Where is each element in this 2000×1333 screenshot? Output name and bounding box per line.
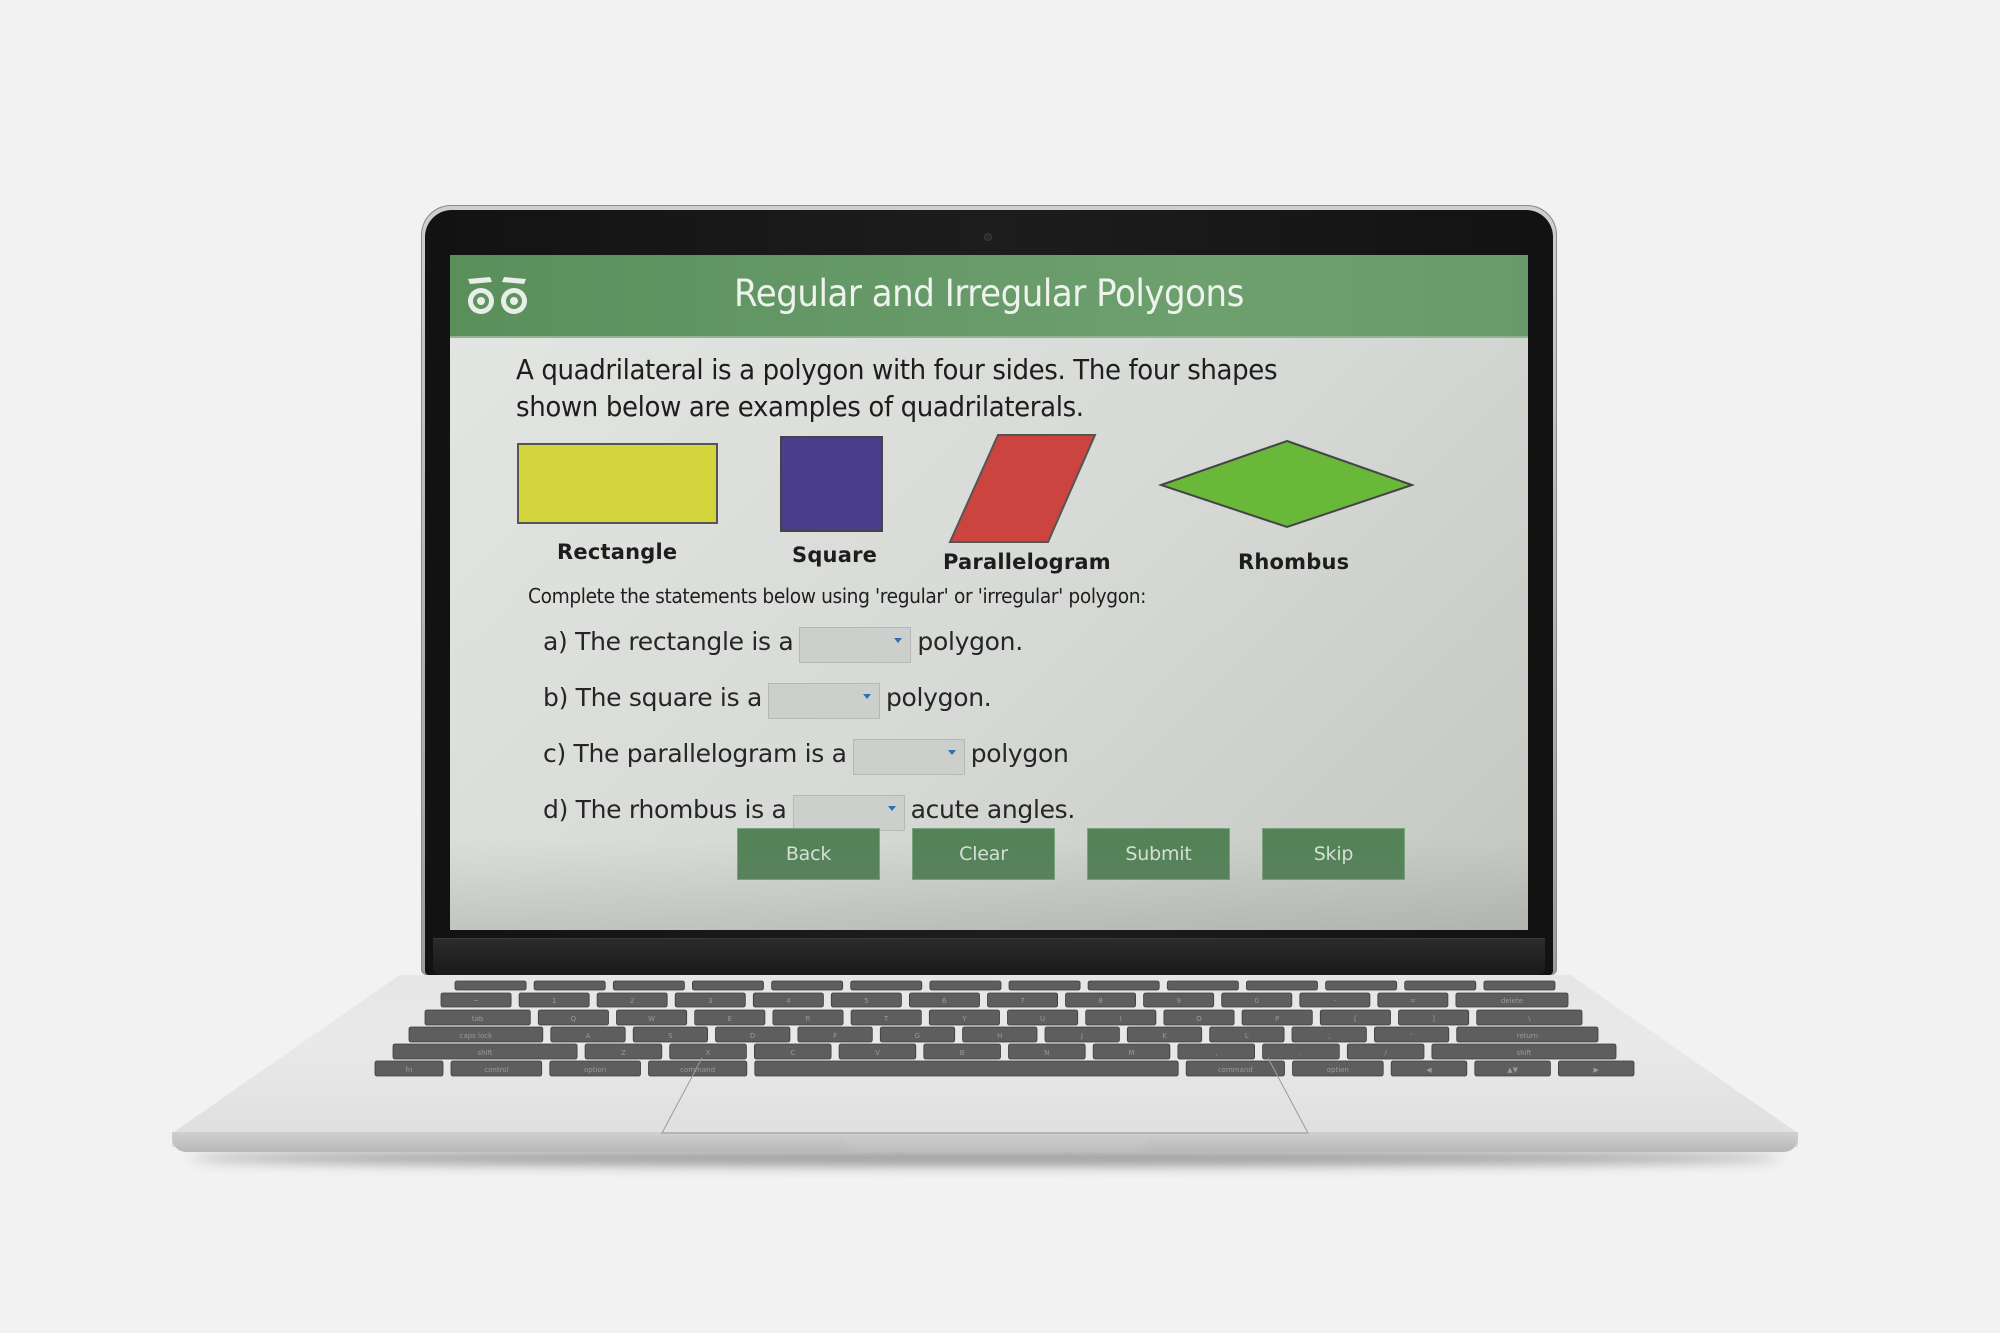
key-label: caps lock <box>460 1032 494 1040</box>
key-label: ] <box>1432 1015 1435 1023</box>
key-label: C <box>790 1049 795 1057</box>
key-label: ▲▼ <box>1507 1066 1518 1074</box>
key-label: 5 <box>864 997 868 1005</box>
key-label: P <box>1275 1015 1279 1023</box>
key-label: Q <box>571 1015 577 1023</box>
key-f1 <box>533 980 606 991</box>
key-esc <box>454 980 527 991</box>
key-label: 8 <box>1098 997 1102 1005</box>
keyboard: ~1 2 3 4 5 6 7 8 9 0- = deletetab Q W E R T Y U I O P[] \caps … <box>374 980 1635 1134</box>
key-label: F <box>833 1032 837 1040</box>
key-f2 <box>612 980 685 991</box>
key-label: shift <box>1516 1049 1531 1057</box>
key-label: 3 <box>708 997 712 1005</box>
key-label: S <box>668 1032 673 1040</box>
key-label: K <box>1162 1032 1167 1040</box>
key-f7 <box>1008 980 1081 991</box>
key-label: W <box>648 1015 655 1023</box>
key-label: O <box>1196 1015 1202 1023</box>
key-f4 <box>771 980 844 991</box>
key-f5 <box>850 980 923 991</box>
key-label: 1 <box>552 997 556 1005</box>
key-label: tab <box>472 1015 484 1023</box>
key-f11 <box>1325 980 1398 991</box>
key-f9 <box>1166 980 1239 991</box>
key-label: X <box>706 1049 711 1057</box>
key-f10 <box>1246 980 1318 991</box>
key-label: 6 <box>942 997 947 1005</box>
key-label: 2 <box>630 997 634 1005</box>
key-label: ◀ <box>1426 1066 1432 1074</box>
key-label: ~ <box>473 997 479 1005</box>
key-label: [ <box>1354 1015 1357 1023</box>
key-label: E <box>728 1015 732 1023</box>
key-label: I <box>1120 1015 1122 1023</box>
key-label: B <box>960 1049 965 1057</box>
key-label: D <box>750 1032 755 1040</box>
key-label: H <box>997 1032 1002 1040</box>
key-label: V <box>875 1049 880 1057</box>
key-label: = <box>1410 997 1416 1005</box>
key-label: option <box>584 1066 606 1074</box>
key-space <box>754 1060 1179 1077</box>
key-f8 <box>1087 980 1160 991</box>
key-label: fn <box>406 1066 413 1074</box>
key-label: return <box>1517 1032 1538 1040</box>
key-f3 <box>692 980 764 991</box>
key-label: control <box>484 1066 508 1074</box>
key-label: Y <box>961 1015 967 1023</box>
key-label: L <box>1245 1032 1249 1040</box>
key-label: U <box>1040 1015 1045 1023</box>
key-label: command <box>1218 1066 1253 1074</box>
key-label: delete <box>1501 997 1523 1005</box>
key-label: N <box>1044 1049 1049 1057</box>
key-label: G <box>915 1032 920 1040</box>
key-label: option <box>1327 1066 1349 1074</box>
key-label: J <box>1080 1032 1083 1040</box>
key-label: ; <box>1328 1032 1330 1040</box>
key-f12 <box>1404 980 1477 991</box>
key-label: 9 <box>1176 997 1180 1005</box>
key-blank <box>1483 980 1556 991</box>
key-label: . <box>1300 1049 1302 1057</box>
key-label: 7 <box>1020 997 1024 1005</box>
key-f6 <box>929 980 1002 991</box>
key-label: A <box>586 1032 591 1040</box>
key-label: R <box>806 1015 811 1023</box>
key-label: 4 <box>786 997 791 1005</box>
key-label: T <box>883 1015 889 1023</box>
key-label: Z <box>621 1049 626 1057</box>
key-label: ▶ <box>1594 1066 1600 1074</box>
key-label: ' <box>1411 1032 1413 1040</box>
key-label: , <box>1215 1049 1217 1057</box>
key-label: shift <box>477 1049 492 1057</box>
key-label: M <box>1128 1049 1134 1057</box>
key-label: 0 <box>1254 997 1258 1005</box>
